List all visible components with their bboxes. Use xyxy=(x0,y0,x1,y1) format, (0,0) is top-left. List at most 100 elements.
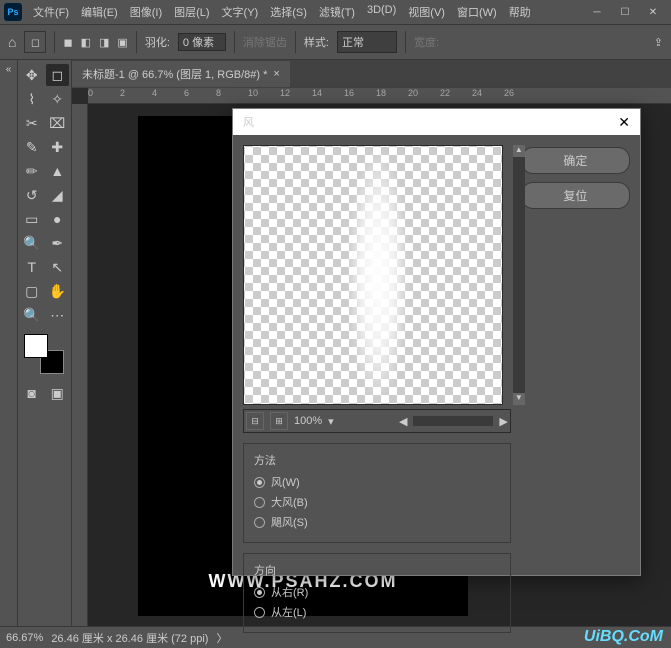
scroll-right-icon[interactable]: ▶ xyxy=(499,415,507,428)
separator xyxy=(405,31,406,53)
quickmask-tool[interactable]: ◙ xyxy=(20,382,44,404)
separator xyxy=(295,31,296,53)
screenmode-tool[interactable]: ▣ xyxy=(46,382,70,404)
ruler-tick: 14 xyxy=(312,88,344,103)
maximize-button[interactable]: ☐ xyxy=(611,2,639,22)
path-select-tool[interactable]: ↖ xyxy=(46,256,70,278)
ruler-tick: 6 xyxy=(184,88,216,103)
type-tool[interactable]: T xyxy=(20,256,44,278)
menu-image[interactable]: 图像(I) xyxy=(125,1,167,23)
tab-title: 未标题-1 @ 66.7% (图层 1, RGB/8#) * xyxy=(82,66,267,82)
history-brush-tool[interactable]: ↺ xyxy=(20,184,44,206)
menu-help[interactable]: 帮助 xyxy=(504,1,536,23)
menu-layer[interactable]: 图层(L) xyxy=(169,1,214,23)
ruler-tick: 2 xyxy=(120,88,152,103)
blur-tool[interactable]: ● xyxy=(46,208,70,230)
antialias-label: 消除锯齿 xyxy=(243,34,287,50)
eraser-tool[interactable]: ◢ xyxy=(46,184,70,206)
menu-window[interactable]: 窗口(W) xyxy=(452,1,502,23)
status-chevron-icon[interactable]: 〉 xyxy=(216,630,227,646)
more-tools[interactable]: ⋯ xyxy=(46,304,70,326)
radio-wind[interactable]: 风(W) xyxy=(254,472,500,492)
zoom-tool[interactable]: 🔍 xyxy=(20,304,44,326)
preview-scrollbar-v[interactable]: ▲ ▼ xyxy=(513,145,525,405)
radio-hurricane-label: 飓风(S) xyxy=(271,514,308,530)
gradient-tool[interactable]: ▭ xyxy=(20,208,44,230)
feather-input[interactable] xyxy=(178,33,226,51)
ruler-tick: 10 xyxy=(248,88,280,103)
separator xyxy=(54,31,55,53)
share-icon[interactable]: ⇪ xyxy=(654,36,663,49)
ruler-tick: 24 xyxy=(472,88,504,103)
home-icon[interactable]: ⌂ xyxy=(8,34,16,50)
wind-dialog: 风 ✕ ▲ ▼ ⊟ ⊞ 100% ▾ ◀ ▶ xyxy=(232,108,641,576)
preview-zoom: 100% xyxy=(294,415,322,427)
radio-bigwind[interactable]: 大风(B) xyxy=(254,492,500,512)
selection-new-icon[interactable]: ◼ xyxy=(63,36,72,49)
separator xyxy=(136,31,137,53)
style-select[interactable]: 正常 xyxy=(337,31,397,53)
heal-tool[interactable]: ✚ xyxy=(46,136,70,158)
ruler-tick: 26 xyxy=(504,88,536,103)
zoom-dropdown-icon[interactable]: ▾ xyxy=(328,415,334,428)
collapse-left-icon[interactable]: « xyxy=(0,64,17,75)
radio-from-right[interactable]: 从右(R) xyxy=(254,582,500,602)
eyedropper-tool[interactable]: ✎ xyxy=(20,136,44,158)
move-tool[interactable]: ✥ xyxy=(20,64,44,86)
lasso-tool[interactable]: ⌇ xyxy=(20,88,44,110)
selection-subtract-icon[interactable]: ◨ xyxy=(99,36,109,49)
ruler-tick: 20 xyxy=(408,88,440,103)
style-label: 样式: xyxy=(304,34,329,50)
selection-intersect-icon[interactable]: ▣ xyxy=(117,36,127,49)
ruler-tick: 18 xyxy=(376,88,408,103)
dialog-title-bar[interactable]: 风 ✕ xyxy=(233,109,640,135)
ruler-tick: 22 xyxy=(440,88,472,103)
preview-scrollbar-h[interactable] xyxy=(413,416,493,426)
menu-view[interactable]: 视图(V) xyxy=(403,1,450,23)
menu-select[interactable]: 选择(S) xyxy=(265,1,312,23)
zoom-out-button[interactable]: ⊟ xyxy=(246,412,264,430)
menu-file[interactable]: 文件(F) xyxy=(28,1,74,23)
radio-from-left[interactable]: 从左(L) xyxy=(254,602,500,622)
stamp-tool[interactable]: ▲ xyxy=(46,160,70,182)
toolbox: ✥◻ ⌇✧ ✂⌧ ✎✚ ✏▲ ↺◢ ▭● 🔍✒ T↖ ▢✋ 🔍⋯ ◙▣ xyxy=(18,60,72,626)
marquee-tool[interactable]: ◻ xyxy=(46,64,70,86)
scroll-left-icon[interactable]: ◀ xyxy=(399,415,407,428)
ruler-tick: 0 xyxy=(88,88,120,103)
foreground-color[interactable] xyxy=(24,334,48,358)
scroll-up-icon[interactable]: ▲ xyxy=(513,145,525,157)
minimize-button[interactable]: ─ xyxy=(583,2,611,22)
hand-tool[interactable]: ✋ xyxy=(46,280,70,302)
tool-preset-picker[interactable]: ◻ xyxy=(24,31,46,53)
feather-label: 羽化: xyxy=(145,34,170,50)
magic-wand-tool[interactable]: ✧ xyxy=(46,88,70,110)
pen-tool[interactable]: ✒ xyxy=(46,232,70,254)
dialog-title: 风 xyxy=(243,114,254,130)
menu-filter[interactable]: 滤镜(T) xyxy=(314,1,360,23)
selection-add-icon[interactable]: ◧ xyxy=(81,36,91,49)
brush-tool[interactable]: ✏ xyxy=(20,160,44,182)
shape-tool[interactable]: ▢ xyxy=(20,280,44,302)
status-zoom[interactable]: 66.67% xyxy=(6,632,43,644)
radio-from-left-label: 从左(L) xyxy=(271,604,306,620)
radio-hurricane[interactable]: 飓风(S) xyxy=(254,512,500,532)
menu-bar: 文件(F) 编辑(E) 图像(I) 图层(L) 文字(Y) 选择(S) 滤镜(T… xyxy=(28,1,536,23)
cancel-button[interactable]: 复位 xyxy=(521,182,630,209)
ok-button[interactable]: 确定 xyxy=(521,147,630,174)
tab-close-icon[interactable]: × xyxy=(273,68,279,80)
frame-tool[interactable]: ⌧ xyxy=(46,112,70,134)
radio-icon xyxy=(254,587,265,598)
color-swatches[interactable] xyxy=(24,334,64,374)
menu-3d[interactable]: 3D(D) xyxy=(362,1,401,23)
dialog-close-icon[interactable]: ✕ xyxy=(618,114,630,131)
scroll-down-icon[interactable]: ▼ xyxy=(513,393,525,405)
zoom-in-button[interactable]: ⊞ xyxy=(270,412,288,430)
menu-type[interactable]: 文字(Y) xyxy=(217,1,264,23)
status-info[interactable]: 26.46 厘米 x 26.46 厘米 (72 ppi) xyxy=(51,630,208,646)
close-button[interactable]: ✕ xyxy=(639,2,667,22)
dodge-tool[interactable]: 🔍 xyxy=(20,232,44,254)
crop-tool[interactable]: ✂ xyxy=(20,112,44,134)
menu-edit[interactable]: 编辑(E) xyxy=(76,1,123,23)
document-tab[interactable]: 未标题-1 @ 66.7% (图层 1, RGB/8#) * × xyxy=(72,61,290,87)
preview-box[interactable] xyxy=(243,145,503,405)
